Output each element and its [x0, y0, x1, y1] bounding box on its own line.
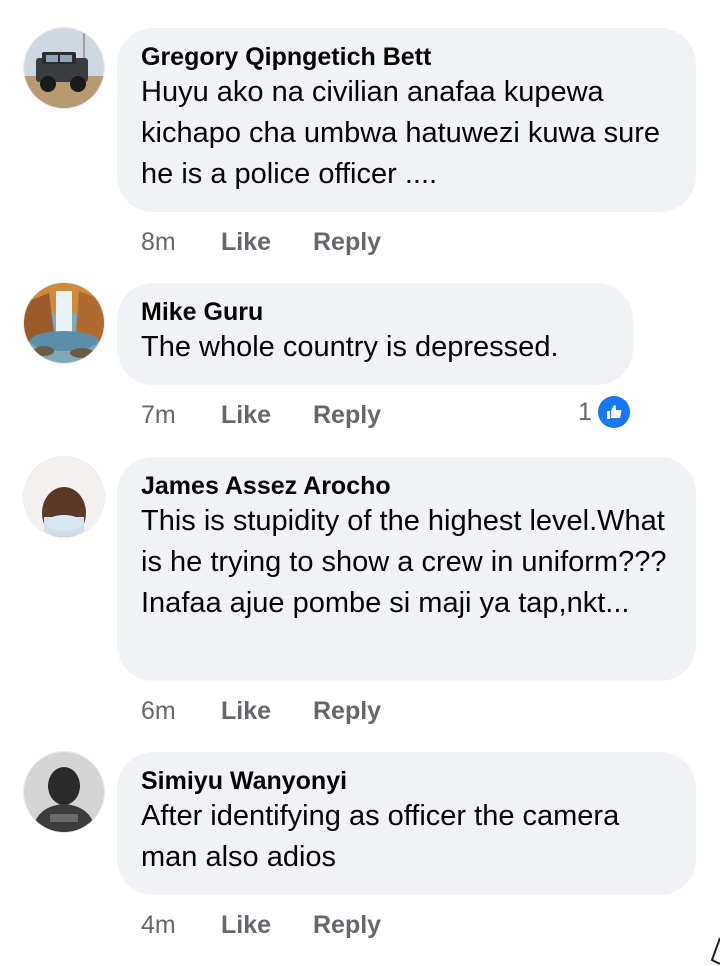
comment-time[interactable]: 8m — [141, 226, 221, 258]
comment-author[interactable]: Gregory Qipngetich Bett — [141, 42, 670, 72]
comment-text: This is stupidity of the highest level.W… — [141, 505, 675, 619]
reply-button[interactable]: Reply — [313, 695, 413, 727]
comment-author[interactable]: James Assez Arocho — [141, 471, 670, 501]
like-button[interactable]: Like — [221, 909, 313, 941]
comment-actions: 7m Like Reply — [141, 399, 413, 431]
comment-bubble: Mike Guru The whole country is depressed… — [117, 283, 633, 385]
comment-bubble: Gregory Qipngetich Bett Huyu ako na civi… — [117, 28, 696, 212]
comment-time[interactable]: 6m — [141, 695, 221, 727]
avatar-photo-person-mask — [24, 457, 104, 537]
avatar[interactable] — [24, 283, 104, 363]
avatar-photo-vehicle — [24, 28, 104, 108]
comment-actions: 4m Like Reply — [141, 909, 413, 941]
avatar-photo-waterfall — [24, 283, 104, 363]
comment-bubble: Simiyu Wanyonyi After identifying as off… — [117, 752, 696, 895]
reply-button[interactable]: Reply — [313, 226, 413, 258]
comment-text: After identifying as officer the camera … — [141, 800, 628, 873]
like-button[interactable]: Like — [221, 226, 313, 258]
like-icon — [597, 396, 630, 428]
avatar[interactable] — [24, 752, 104, 832]
comment-actions: 8m Like Reply — [141, 226, 413, 258]
comment-actions: 6m Like Reply — [141, 695, 413, 727]
comment-author[interactable]: Mike Guru — [141, 297, 607, 327]
avatar[interactable] — [24, 28, 104, 108]
reaction-summary[interactable]: 1 — [578, 396, 630, 428]
like-button[interactable]: Like — [221, 399, 313, 431]
comment-bubble: James Assez Arocho This is stupidity of … — [117, 457, 696, 681]
comment-author[interactable]: Simiyu Wanyonyi — [141, 766, 670, 796]
comment-time[interactable]: 4m — [141, 909, 221, 941]
reply-button[interactable]: Reply — [313, 909, 413, 941]
reaction-count: 1 — [578, 397, 592, 426]
avatar-photo-person-bw — [24, 752, 104, 832]
like-button[interactable]: Like — [221, 695, 313, 727]
reply-button[interactable]: Reply — [313, 399, 413, 431]
comment-text: The whole country is depressed. — [141, 331, 559, 363]
partial-icon — [710, 937, 720, 965]
comment-time[interactable]: 7m — [141, 399, 221, 431]
comment-text: Huyu ako na civilian anafaa kupewa kicha… — [141, 76, 669, 190]
avatar[interactable] — [24, 457, 104, 537]
